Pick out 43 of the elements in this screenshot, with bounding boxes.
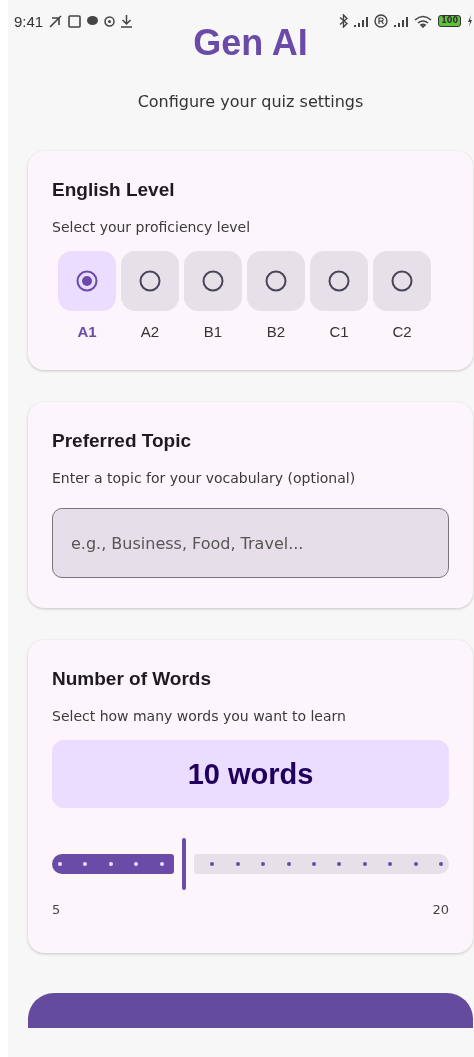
status-time: 9:41 — [14, 12, 44, 30]
radio-icon — [76, 270, 98, 292]
level-label: C1 — [329, 323, 349, 340]
card-title: English Level — [52, 179, 176, 201]
battery-level: 100 — [438, 15, 461, 27]
radio-option[interactable] — [247, 251, 305, 311]
level-label: B2 — [266, 323, 286, 340]
chat-bubble-icon — [87, 16, 99, 26]
radio-icon — [265, 270, 287, 292]
level-label: A2 — [140, 323, 160, 340]
card-description: Select how many words you want to learn — [52, 708, 347, 724]
radio-option[interactable] — [184, 251, 242, 311]
word-count-slider[interactable] — [52, 836, 449, 892]
level-label: A1 — [77, 323, 97, 340]
radio-option[interactable] — [121, 251, 179, 311]
card-title: Number of Words — [52, 668, 213, 690]
subtitle: Configure your quiz settings — [136, 92, 365, 111]
card-description: Enter a topic for your vocabulary (optional) — [52, 470, 357, 486]
level-label: C2 — [392, 323, 412, 340]
radio-icon — [139, 270, 161, 292]
card-description: Select your proficiency level — [52, 219, 252, 235]
slider-min-label: 5 — [52, 902, 61, 917]
signal-icon — [354, 15, 369, 27]
topic-input-field[interactable]: e.g., Business, Food, Travel... — [52, 508, 449, 578]
charging-icon — [467, 15, 473, 27]
download-icon — [121, 14, 133, 28]
square-icon — [68, 14, 82, 28]
wifi-icon — [414, 14, 433, 28]
word-count-display: 10 words — [52, 740, 449, 808]
signal-icon — [394, 15, 409, 27]
bluetooth-icon — [339, 14, 349, 28]
radio-icon — [328, 270, 350, 292]
registered-icon — [374, 14, 389, 28]
slider-max-label: 20 — [432, 902, 449, 917]
radio-icon — [202, 270, 224, 292]
radio-icon — [391, 270, 413, 292]
radio-option[interactable] — [373, 251, 431, 311]
radio-option[interactable] — [310, 251, 368, 311]
card-title: Preferred Topic — [52, 430, 193, 452]
radio-option[interactable] — [58, 251, 116, 311]
level-label: B1 — [203, 323, 223, 340]
slider-thumb[interactable] — [182, 838, 187, 890]
target-icon — [104, 15, 116, 27]
